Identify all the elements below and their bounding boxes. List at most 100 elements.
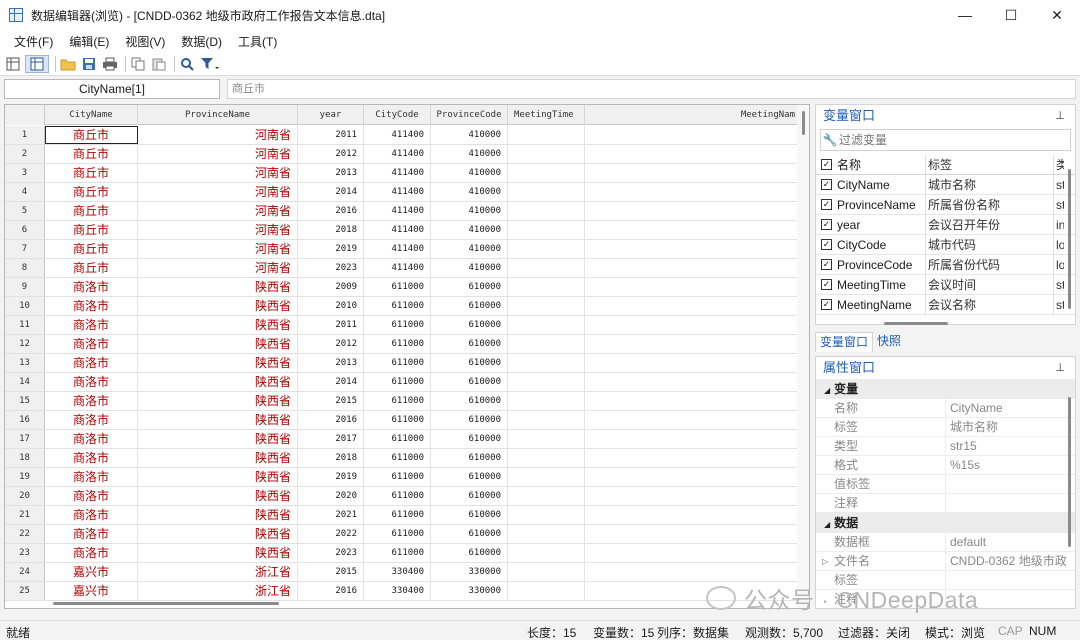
cell-cityname[interactable]: 商洛市 — [45, 449, 138, 467]
cell-cityname[interactable]: 商洛市 — [45, 354, 138, 372]
property-group-variable[interactable]: ◢ 变量 — [816, 379, 1075, 399]
row-number[interactable]: 22 — [5, 525, 45, 543]
row-number[interactable]: 13 — [5, 354, 45, 372]
cell-meetingtime[interactable] — [508, 278, 585, 296]
data-editor-edit-icon[interactable] — [4, 55, 22, 73]
cell-citycode[interactable]: 411400 — [364, 259, 431, 277]
property-value[interactable]: CityName — [946, 399, 1075, 417]
cell-cityname[interactable]: 商丘市 — [45, 145, 138, 163]
select-all-checkbox[interactable]: ✓ — [821, 159, 832, 170]
cell-citycode[interactable]: 611000 — [364, 430, 431, 448]
variable-type[interactable]: str — [1054, 195, 1064, 214]
row-number[interactable]: 7 — [5, 240, 45, 258]
cell-year[interactable]: 2014 — [298, 373, 364, 391]
cell-provincecode[interactable]: 610000 — [431, 373, 508, 391]
variable-name-cell[interactable]: ✓ CityName — [816, 175, 926, 194]
variables-horizontal-scroll-thumb[interactable] — [884, 322, 948, 325]
cell-provincename[interactable]: 陕西省 — [138, 316, 298, 334]
variable-label[interactable]: 会议时间 — [926, 275, 1054, 294]
variable-name-cell[interactable]: ✓ ProvinceCode — [816, 255, 926, 274]
cell-cityname[interactable]: 商洛市 — [45, 297, 138, 315]
cell-cityname[interactable]: 商丘市 — [45, 240, 138, 258]
cell-meetingtime[interactable] — [508, 164, 585, 182]
cell-meetingtime[interactable] — [508, 221, 585, 239]
cell-provincecode[interactable]: 610000 — [431, 506, 508, 524]
cell-cityname[interactable]: 商洛市 — [45, 278, 138, 296]
row-number[interactable]: 20 — [5, 487, 45, 505]
cell-provincecode[interactable]: 330000 — [431, 582, 508, 600]
cell-citycode[interactable]: 330400 — [364, 563, 431, 581]
paste-icon[interactable] — [150, 55, 168, 73]
cell-citycode[interactable]: 611000 — [364, 487, 431, 505]
cell-year[interactable]: 2023 — [298, 259, 364, 277]
copy-icon[interactable] — [129, 55, 147, 73]
cell-citycode[interactable]: 411400 — [364, 240, 431, 258]
cell-year[interactable]: 2011 — [298, 316, 364, 334]
cell-citycode[interactable]: 611000 — [364, 316, 431, 334]
row-number[interactable]: 10 — [5, 297, 45, 315]
cell-meetingtime[interactable] — [508, 449, 585, 467]
var-header-type[interactable]: 类 — [1054, 155, 1064, 174]
variable-label[interactable]: 会议召开年份 — [926, 215, 1054, 234]
variable-property-row[interactable]: 名称 CityName — [816, 399, 1075, 418]
data-property-row[interactable]: 数据框 default — [816, 533, 1075, 552]
cell-meetingname[interactable] — [585, 430, 801, 448]
variable-visible-checkbox[interactable]: ✓ — [821, 179, 832, 190]
row-number[interactable]: 3 — [5, 164, 45, 182]
cell-meetingname[interactable] — [585, 525, 801, 543]
print-icon[interactable] — [101, 55, 119, 73]
cell-meetingtime[interactable] — [508, 240, 585, 258]
variable-property-row[interactable]: 值标签 — [816, 475, 1075, 494]
variable-type[interactable]: int — [1054, 215, 1064, 234]
cell-provincecode[interactable]: 610000 — [431, 487, 508, 505]
column-header-provincecode[interactable]: ProvinceCode — [431, 105, 508, 125]
variables-vertical-scroll-thumb[interactable] — [1068, 169, 1071, 309]
grid-vertical-scroll-thumb[interactable] — [802, 111, 805, 135]
cell-provincecode[interactable]: 330000 — [431, 563, 508, 581]
menu-edit[interactable]: 编辑(E) — [61, 33, 117, 50]
cell-cityname[interactable]: 商丘市 — [45, 126, 138, 144]
cell-year[interactable]: 2016 — [298, 411, 364, 429]
cell-citycode[interactable]: 411400 — [364, 145, 431, 163]
cell-citycode[interactable]: 611000 — [364, 278, 431, 296]
cell-meetingname[interactable] — [585, 354, 801, 372]
pin-icon[interactable]: ⊥ — [1055, 357, 1065, 379]
cell-meetingtime[interactable] — [508, 259, 585, 277]
cell-meetingname[interactable] — [585, 145, 801, 163]
cell-meetingname[interactable] — [585, 411, 801, 429]
cell-provincecode[interactable]: 610000 — [431, 297, 508, 315]
variable-name-cell[interactable]: ✓ MeetingTime — [816, 275, 926, 294]
cell-year[interactable]: 2015 — [298, 392, 364, 410]
row-number[interactable]: 14 — [5, 373, 45, 391]
variable-visible-checkbox[interactable]: ✓ — [821, 279, 832, 290]
cell-citycode[interactable]: 611000 — [364, 335, 431, 353]
maximize-button[interactable]: ☐ — [988, 0, 1034, 30]
variable-label[interactable]: 城市名称 — [926, 175, 1054, 194]
cell-cityname[interactable]: 商丘市 — [45, 183, 138, 201]
search-icon[interactable] — [178, 55, 196, 73]
cell-citycode[interactable]: 611000 — [364, 468, 431, 486]
cell-provincename[interactable]: 陕西省 — [138, 297, 298, 315]
row-number[interactable]: 5 — [5, 202, 45, 220]
cell-cityname[interactable]: 商洛市 — [45, 373, 138, 391]
cell-cityname[interactable]: 商洛市 — [45, 430, 138, 448]
cell-provincecode[interactable]: 610000 — [431, 411, 508, 429]
row-number[interactable]: 16 — [5, 411, 45, 429]
cell-provincecode[interactable]: 610000 — [431, 449, 508, 467]
property-group-data[interactable]: ◢ 数据 — [816, 513, 1075, 533]
property-value[interactable]: default — [946, 533, 1075, 551]
cell-meetingtime[interactable] — [508, 373, 585, 391]
variable-name-cell[interactable]: ✓ ProvinceName — [816, 195, 926, 214]
grid-horizontal-scroll-thumb[interactable] — [53, 602, 279, 605]
cell-name-box[interactable]: CityName[1] — [4, 79, 220, 99]
row-number[interactable]: 1 — [5, 126, 45, 144]
cell-citycode[interactable]: 611000 — [364, 506, 431, 524]
cell-meetingtime[interactable] — [508, 202, 585, 220]
var-header-label[interactable]: 标签 — [926, 155, 1054, 174]
expand-icon[interactable]: ▷ — [822, 552, 828, 570]
cell-meetingname[interactable] — [585, 297, 801, 315]
cell-cityname[interactable]: 商洛市 — [45, 525, 138, 543]
cell-citycode[interactable]: 611000 — [364, 392, 431, 410]
menu-tools[interactable]: 工具(T) — [230, 33, 285, 50]
cell-meetingtime[interactable] — [508, 506, 585, 524]
